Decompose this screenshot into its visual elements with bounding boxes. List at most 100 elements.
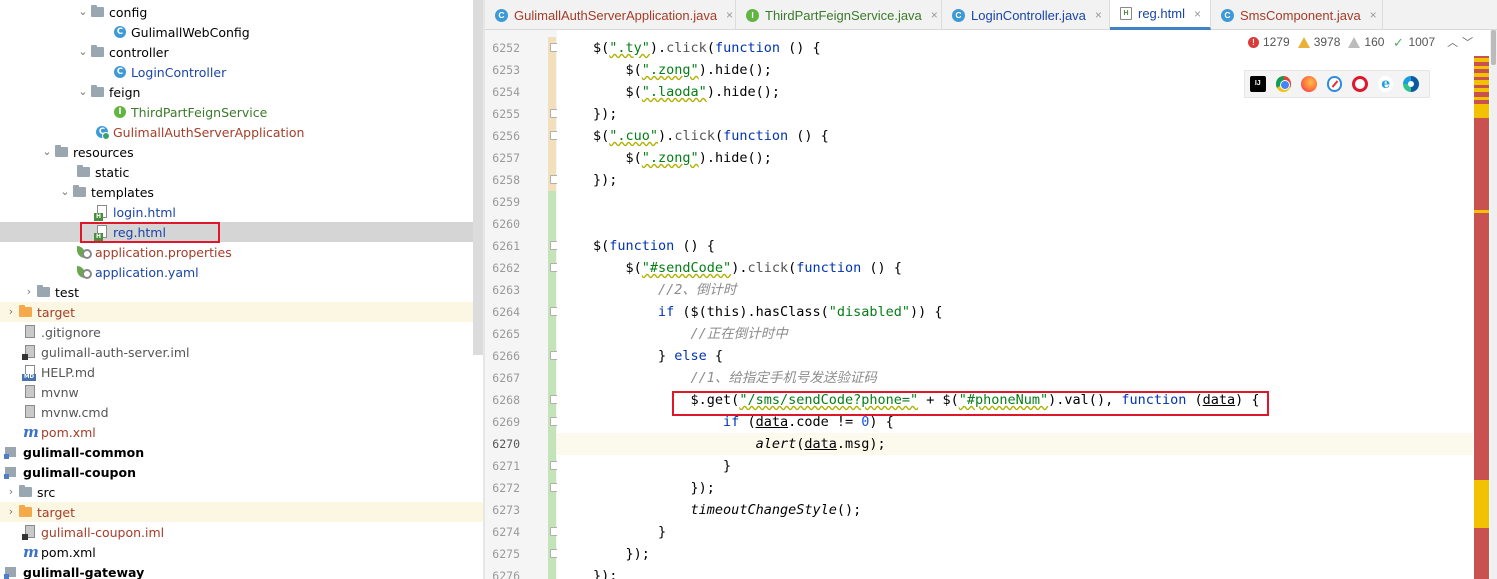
tree-item-feign[interactable]: ⌄ feign xyxy=(0,82,483,102)
weak-warning-count[interactable]: 160 xyxy=(1348,35,1384,49)
warning-count[interactable]: 3978 xyxy=(1297,35,1340,49)
tree-item-coupon-pom-xml[interactable]: m pom.xml xyxy=(0,542,483,562)
iml-file-icon xyxy=(22,342,38,362)
interface-icon: I xyxy=(746,8,759,22)
firefox-icon[interactable] xyxy=(1301,76,1317,92)
line-number: 6265 xyxy=(492,327,520,341)
intellij-icon[interactable]: IJ xyxy=(1250,76,1266,92)
tree-item-help-md[interactable]: MD HELP.md xyxy=(0,362,483,382)
tree-scrollbar[interactable] xyxy=(473,0,483,355)
editor-scrollbar[interactable] xyxy=(1490,30,1497,579)
warning-marker[interactable] xyxy=(1474,210,1489,213)
warning-marker[interactable] xyxy=(1474,80,1489,85)
chevron-down-icon[interactable]: ⌄ xyxy=(76,2,90,22)
tab-smscomponent[interactable]: C SmsComponent.java × xyxy=(1211,0,1383,30)
tree-item-gulimallauthserverapplication[interactable]: C GulimallAuthServerApplication xyxy=(0,122,483,142)
tree-item-application-properties[interactable]: application.properties xyxy=(0,242,483,262)
opera-icon[interactable] xyxy=(1352,76,1368,92)
tree-item-src[interactable]: › src xyxy=(0,482,483,502)
tree-item-resources[interactable]: ⌄ resources xyxy=(0,142,483,162)
warning-marker[interactable] xyxy=(1474,104,1489,118)
tree-item-thirdpartfeignservice[interactable]: I ThirdPartFeignService xyxy=(0,102,483,122)
inspection-widget[interactable]: ! 1279 3978 160 ✓ 1007 ︿ ﹀ xyxy=(1248,33,1473,51)
tree-item-config[interactable]: ⌄ config xyxy=(0,2,483,22)
typo-count[interactable]: ✓ 1007 xyxy=(1392,35,1435,49)
code-line: $(".zong").hide(); xyxy=(593,150,772,166)
warning-marker[interactable] xyxy=(1474,88,1489,92)
line-number: 6254 xyxy=(492,85,520,99)
tree-item-templates[interactable]: ⌄ templates xyxy=(0,182,483,202)
tree-item-coupon-iml[interactable]: gulimall-coupon.iml xyxy=(0,522,483,542)
html-icon: H xyxy=(1120,7,1132,20)
line-number-gutter[interactable]: 6252 6253 6254 6255 6256 6257 6258 6259 … xyxy=(485,30,557,579)
error-count[interactable]: ! 1279 xyxy=(1248,35,1290,49)
chevron-right-icon[interactable]: › xyxy=(4,502,18,522)
code-line: alert(data.msg); xyxy=(755,436,886,452)
code-line: $("#sendCode").click(function () { xyxy=(593,260,902,276)
safari-icon[interactable] xyxy=(1326,76,1343,92)
maven-icon: m xyxy=(23,543,39,561)
warning-marker[interactable] xyxy=(1474,480,1489,528)
chevron-down-icon[interactable]: ﹀ xyxy=(1462,34,1473,50)
spring-class-icon: C xyxy=(94,122,110,142)
tree-item-test[interactable]: › test xyxy=(0,282,483,302)
chevron-right-icon[interactable]: › xyxy=(4,302,18,322)
tree-item-gulimallwebconfig[interactable]: C GulimallWebConfig xyxy=(0,22,483,42)
scrollbar-thumb[interactable] xyxy=(1491,30,1496,65)
folder-icon xyxy=(90,82,106,102)
tree-item-logincontroller[interactable]: C LoginController xyxy=(0,62,483,82)
chevron-right-icon[interactable]: › xyxy=(22,282,36,302)
chevron-down-icon[interactable]: ⌄ xyxy=(58,182,72,202)
interface-icon: I xyxy=(112,102,128,122)
line-number: 6266 xyxy=(492,349,520,363)
tree-item-mvnw[interactable]: mvnw xyxy=(0,382,483,402)
tree-item-pom-xml[interactable]: m pom.xml xyxy=(0,422,483,442)
chevron-right-icon[interactable]: › xyxy=(4,482,18,502)
resources-folder-icon xyxy=(54,142,70,162)
chevron-down-icon[interactable]: ⌄ xyxy=(40,142,54,162)
line-number: 6255 xyxy=(492,107,520,121)
tree-item-reg-html[interactable]: H reg.html xyxy=(0,222,483,242)
tree-item-gulimall-common[interactable]: gulimall-common xyxy=(0,442,483,462)
tree-item-gulimall-coupon[interactable]: gulimall-coupon xyxy=(0,462,483,482)
chevron-up-icon[interactable]: ︿ xyxy=(1447,34,1458,50)
close-icon[interactable]: × xyxy=(1370,8,1377,22)
excluded-folder-icon xyxy=(18,502,34,522)
tree-item-coupon-target[interactable]: › target xyxy=(0,502,483,522)
tree-item-login-html[interactable]: H login.html xyxy=(0,202,483,222)
close-icon[interactable]: × xyxy=(931,8,938,22)
close-icon[interactable]: × xyxy=(726,8,733,22)
yaml-file-icon xyxy=(76,262,92,282)
edge-icon[interactable] xyxy=(1403,76,1419,92)
tab-reg-html[interactable]: H reg.html × xyxy=(1110,0,1211,30)
code-editor[interactable]: $(".ty").click(function () { $(".zong").… xyxy=(557,30,1473,579)
line-number: 6256 xyxy=(492,129,520,143)
code-line: $(".laoda").hide(); xyxy=(593,84,780,100)
tree-item-auth-iml[interactable]: gulimall-auth-server.iml xyxy=(0,342,483,362)
tree-item-gulimall-gateway[interactable]: gulimall-gateway xyxy=(0,562,483,579)
tree-item-target[interactable]: › target xyxy=(0,302,483,322)
line-number: 6268 xyxy=(492,393,520,407)
warning-marker[interactable] xyxy=(1474,73,1489,77)
chevron-down-icon[interactable]: ⌄ xyxy=(76,82,90,102)
close-icon[interactable]: × xyxy=(1095,8,1102,22)
tree-item-application-yaml[interactable]: application.yaml xyxy=(0,262,483,282)
chevron-down-icon[interactable]: ⌄ xyxy=(76,42,90,62)
line-number: 6260 xyxy=(492,217,520,231)
tree-item-static[interactable]: static xyxy=(0,162,483,182)
tree-item-gitignore[interactable]: .gitignore xyxy=(0,322,483,342)
tab-logincontroller[interactable]: C LoginController.java × xyxy=(942,0,1110,30)
code-line: } xyxy=(593,524,667,540)
warning-marker[interactable] xyxy=(1474,66,1489,69)
close-icon[interactable]: × xyxy=(1194,7,1201,21)
tab-gulimallauthserverapplication[interactable]: C GulimallAuthServerApplication.java × xyxy=(485,0,736,30)
ie-icon[interactable]: e xyxy=(1377,76,1394,92)
tree-item-controller[interactable]: ⌄ controller xyxy=(0,42,483,62)
tab-thirdpartfeignservice[interactable]: I ThirdPartFeignService.java × xyxy=(736,0,942,30)
warning-marker[interactable] xyxy=(1474,97,1489,100)
class-icon: C xyxy=(112,22,128,42)
code-line: $(".cuo").click(function () { xyxy=(593,128,829,144)
chrome-icon[interactable] xyxy=(1275,76,1292,92)
tree-item-mvnw-cmd[interactable]: mvnw.cmd xyxy=(0,402,483,422)
warning-marker[interactable] xyxy=(1474,58,1489,62)
